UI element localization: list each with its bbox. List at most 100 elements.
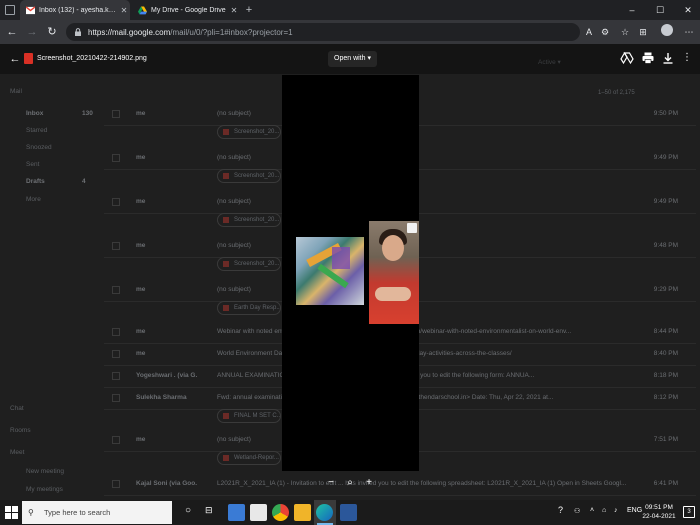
- word-app-icon[interactable]: [340, 504, 357, 521]
- open-with-button[interactable]: Open with ▾: [328, 51, 377, 67]
- tab-title: My Drive - Google Drive: [151, 6, 226, 14]
- show-hidden-icons[interactable]: ˄: [590, 507, 594, 514]
- nav-item[interactable]: New meeting: [26, 468, 64, 475]
- attachment-chip[interactable]: Screenshot_20...: [217, 257, 281, 271]
- download-icon[interactable]: [661, 51, 675, 65]
- nav-item[interactable]: Chat: [10, 405, 24, 412]
- volume-icon[interactable]: ♪: [614, 507, 618, 514]
- tab-inbox[interactable]: Inbox (132) - ayesha.khan@then ✕: [20, 0, 130, 20]
- zoom-reset-icon[interactable]: ⌕: [343, 477, 357, 488]
- attachment-chip[interactable]: Screenshot_20...: [217, 169, 281, 183]
- store-app-icon[interactable]: [250, 504, 267, 521]
- attachment-chip[interactable]: Wetland-Repor...: [217, 451, 281, 465]
- attachment-chip[interactable]: Screenshot_20...: [217, 125, 281, 139]
- row-checkbox[interactable]: [112, 198, 120, 206]
- tab-actions-icon[interactable]: [5, 5, 15, 15]
- row-checkbox[interactable]: [112, 328, 120, 336]
- row-subject: (no subject): [217, 110, 251, 117]
- row-sender: me: [136, 328, 146, 335]
- reload-button[interactable]: ↻: [44, 24, 60, 40]
- start-button[interactable]: [5, 506, 18, 519]
- row-checkbox[interactable]: [112, 242, 120, 250]
- gmail-icon: [26, 5, 35, 14]
- nav-item[interactable]: Sent: [26, 161, 39, 168]
- more-options-icon[interactable]: ⋮: [680, 51, 694, 65]
- forward-button[interactable]: →: [24, 24, 40, 40]
- help-icon[interactable]: ?: [558, 505, 563, 515]
- minimize-button[interactable]: –: [622, 0, 642, 20]
- edge-app-icon: [316, 504, 333, 521]
- attachment-chip[interactable]: Earth Day Resp...: [217, 301, 281, 315]
- row-sender: me: [136, 286, 146, 293]
- google-drive-icon: [138, 5, 147, 14]
- nav-item[interactable]: My meetings: [26, 486, 63, 493]
- row-checkbox[interactable]: [112, 350, 120, 358]
- nav-item[interactable]: Inbox: [26, 110, 43, 117]
- file-explorer-icon[interactable]: [294, 504, 311, 521]
- close-window-button[interactable]: ✕: [678, 0, 698, 20]
- row-subject: (no subject): [217, 436, 251, 443]
- tab-close-button[interactable]: ✕: [118, 6, 130, 15]
- row-checkbox[interactable]: [112, 436, 120, 444]
- row-time: 8:18 PM: [653, 372, 678, 379]
- print-icon[interactable]: [641, 51, 655, 65]
- page-range: 1–50 of 2,175: [598, 90, 635, 96]
- image-file-icon: [24, 53, 33, 64]
- zoom-out-button[interactable]: −: [324, 477, 338, 488]
- chrome-app-icon[interactable]: [272, 504, 289, 521]
- row-sender: me: [136, 242, 146, 249]
- row-checkbox[interactable]: [112, 480, 120, 488]
- row-time: 8:44 PM: [653, 328, 678, 335]
- edge-app-active[interactable]: [314, 500, 336, 525]
- attachment-chip[interactable]: FINAL M SET C...: [217, 409, 281, 423]
- taskbar-clock[interactable]: 09:51 PM 22-04-2021: [640, 503, 678, 521]
- new-tab-button[interactable]: +: [242, 2, 256, 18]
- nav-item[interactable]: Mail: [10, 88, 22, 95]
- nav-label: Starred: [26, 127, 48, 134]
- back-button[interactable]: ←: [4, 24, 20, 40]
- notification-center-icon[interactable]: 3: [683, 506, 695, 518]
- row-checkbox[interactable]: [112, 154, 120, 162]
- tab-my-drive[interactable]: My Drive - Google Drive ✕: [132, 0, 240, 20]
- attachment-chip[interactable]: Screenshot_20...: [217, 213, 281, 227]
- people-icon[interactable]: ⚇: [574, 507, 580, 515]
- more-menu-icon[interactable]: ⋯: [682, 25, 696, 39]
- favorites-star-icon[interactable]: ☆: [618, 25, 632, 39]
- close-viewer-arrow-icon[interactable]: ←: [8, 52, 22, 66]
- profile-avatar[interactable]: [661, 24, 673, 36]
- row-checkbox[interactable]: [112, 286, 120, 294]
- nav-label: More: [26, 196, 41, 203]
- nav-item[interactable]: Meet: [10, 449, 24, 456]
- nav-item[interactable]: Starred: [26, 127, 47, 134]
- nav-item[interactable]: Rooms: [10, 427, 31, 434]
- row-checkbox[interactable]: [112, 110, 120, 118]
- task-view-icon[interactable]: ⊟: [205, 505, 213, 516]
- read-aloud-icon[interactable]: A: [582, 25, 596, 39]
- network-icon[interactable]: ⌂: [602, 507, 606, 514]
- nav-item[interactable]: Snoozed: [26, 144, 52, 151]
- row-sender: me: [136, 110, 146, 117]
- zoom-in-button[interactable]: +: [362, 477, 376, 488]
- clock-date: 22-04-2021: [642, 513, 676, 520]
- add-to-drive-icon[interactable]: [620, 51, 634, 65]
- taskbar-search-box[interactable]: ⚲ Type here to search: [22, 501, 172, 524]
- lock-icon: [75, 28, 81, 36]
- maximize-button[interactable]: ☐: [650, 0, 670, 20]
- row-checkbox[interactable]: [112, 394, 120, 402]
- row-checkbox[interactable]: [112, 372, 120, 380]
- address-bar[interactable]: https://mail.google.com/mail/u/0/?pli=1#…: [66, 23, 580, 41]
- nav-item[interactable]: More: [26, 196, 41, 203]
- tab-close-button[interactable]: ✕: [228, 6, 240, 15]
- table-row[interactable]: Kajal Soni (via Goo. L2021R_X_2021_IA (1)…: [104, 474, 696, 496]
- nav-count: 4: [82, 178, 86, 185]
- row-time: 6:41 PM: [653, 480, 678, 487]
- cortana-icon[interactable]: ○: [185, 505, 191, 516]
- extension-icon[interactable]: ⚙: [598, 25, 612, 39]
- collections-icon[interactable]: ⊞: [636, 25, 650, 39]
- collage-photo: [296, 237, 364, 305]
- row-subject: (no subject): [217, 198, 251, 205]
- nav-item[interactable]: Drafts: [26, 178, 45, 185]
- row-sender: Kajal Soni (via Goo.: [136, 480, 198, 487]
- mail-app-icon[interactable]: [228, 504, 245, 521]
- viewer-file-name: Screenshot_20210422-214902.png: [37, 55, 147, 62]
